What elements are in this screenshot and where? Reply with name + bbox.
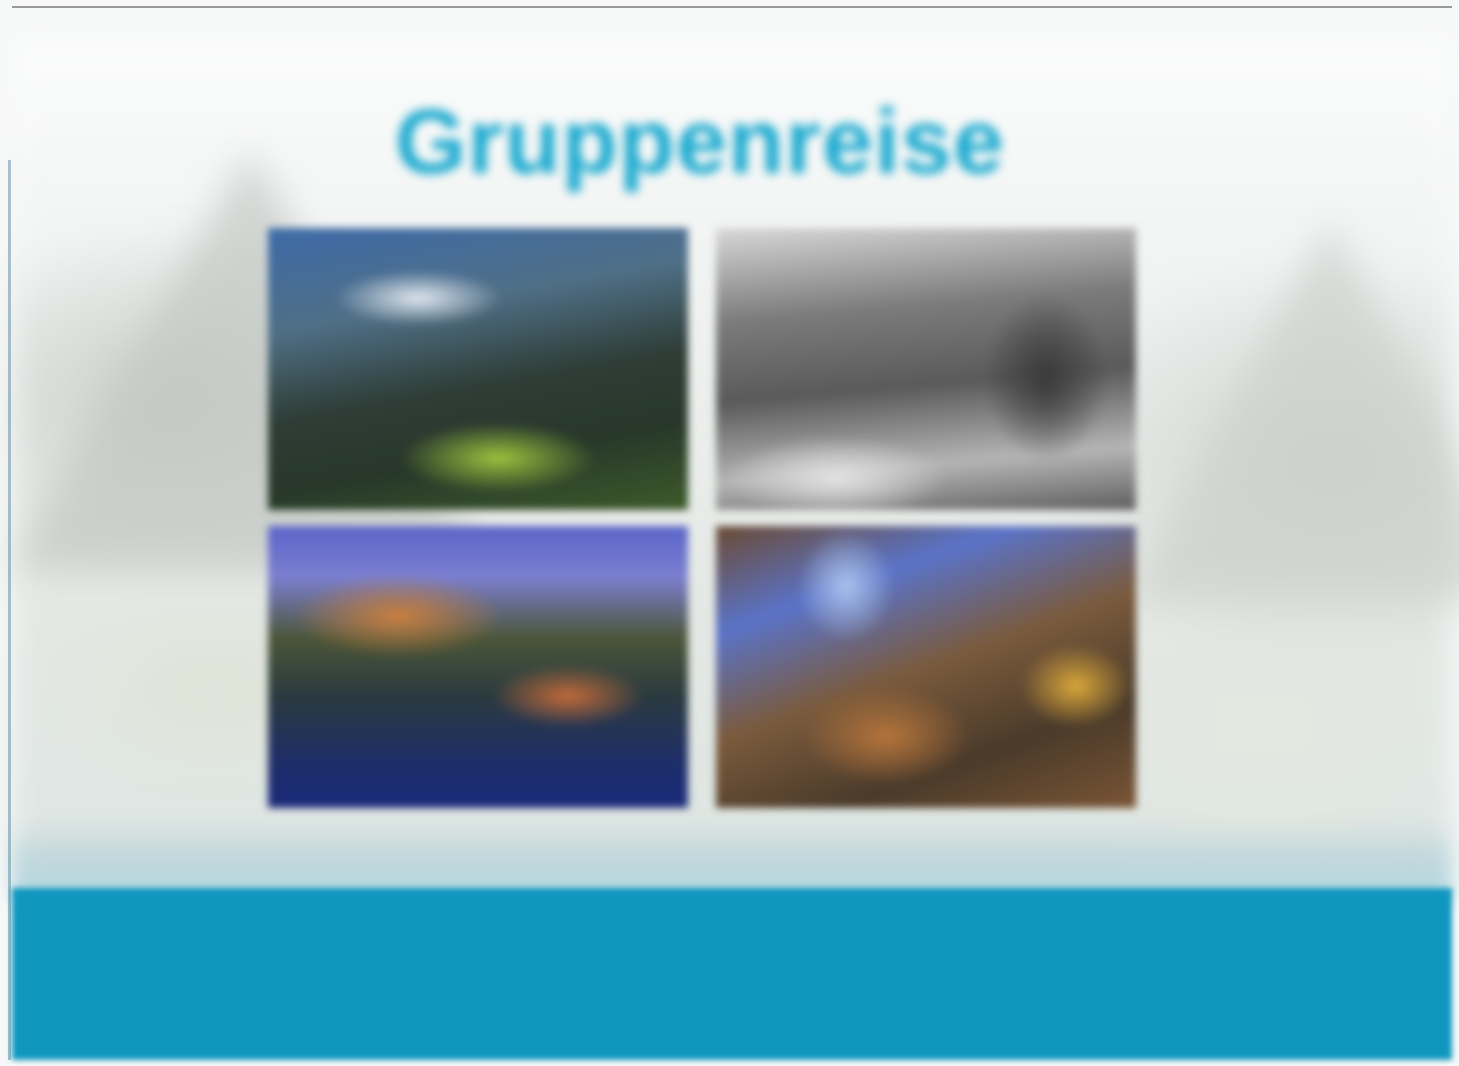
glacier-photo xyxy=(716,228,1136,510)
photo-grid xyxy=(268,228,1140,808)
footer-item xyxy=(922,940,1152,950)
backdrop-peak-right xyxy=(1130,220,1459,600)
top-divider xyxy=(12,6,1452,8)
footer-lead xyxy=(20,940,280,950)
footer-item xyxy=(658,940,888,950)
footer-item xyxy=(1192,940,1422,950)
footer-item xyxy=(392,940,622,950)
left-edge-rule xyxy=(8,160,11,1060)
slide-canvas: Gruppenreise xyxy=(0,0,1459,1066)
mountain-valley-photo xyxy=(268,228,688,510)
lake-boat-photo xyxy=(268,526,688,808)
footer-bar xyxy=(12,888,1452,1060)
rock-arch-photo xyxy=(716,526,1136,808)
slide-title: Gruppenreise xyxy=(394,91,1006,193)
